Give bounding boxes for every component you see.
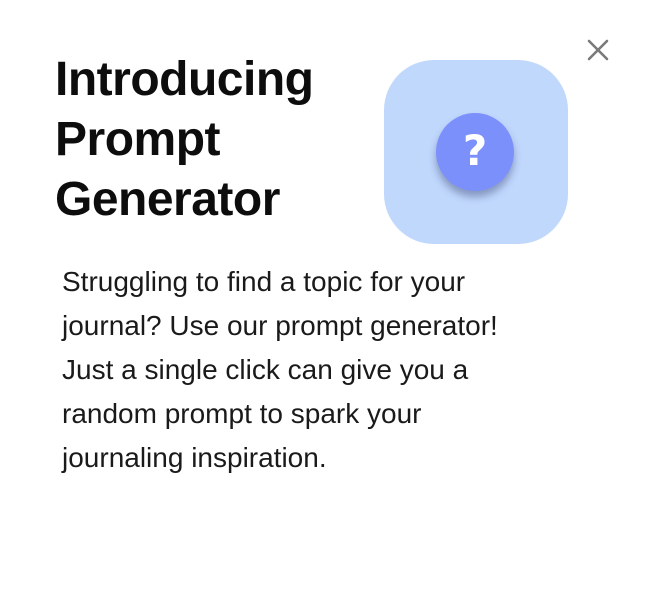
dialog-title: Introducing Prompt Generator [55, 50, 375, 230]
description-line: journal? Use our prompt generator! [62, 310, 498, 341]
question-mark-icon: ? [462, 126, 488, 175]
hero-illustration: ? [384, 60, 568, 244]
title-line: Generator [55, 173, 280, 226]
description-line: random prompt to spark your [62, 398, 422, 429]
prompt-generator-dialog: Introducing Prompt Generator ? Strugglin… [0, 0, 652, 610]
description-line: Just a single click can give you a [62, 354, 469, 385]
description-line: journaling inspiration. [62, 442, 327, 473]
close-icon[interactable] [585, 37, 611, 63]
close-button[interactable] [583, 35, 613, 65]
description-line: Struggling to find a topic for your [62, 266, 466, 297]
dialog-description: Struggling to find a topic for your jour… [62, 260, 602, 480]
title-line: Introducing [55, 53, 314, 106]
title-line: Prompt [55, 113, 221, 166]
question-mark-badge: ? [436, 113, 514, 191]
